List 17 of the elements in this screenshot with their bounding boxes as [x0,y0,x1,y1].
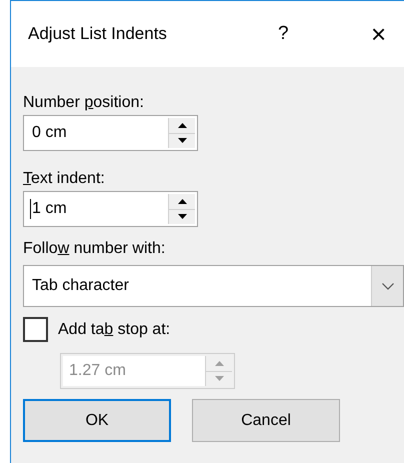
checkbox[interactable] [23,317,48,342]
chevron-down-icon [382,282,394,290]
field-label: Number position: [23,93,145,113]
spin-box[interactable]: 0 cm [23,115,198,151]
cancel-button[interactable]: Cancel [192,399,340,442]
window-title: Adjust List Indents [28,24,168,44]
field-label: Follow number with: [23,239,166,259]
dropdown[interactable]: Tab character [23,265,404,307]
down-arrow-icon[interactable] [178,214,186,220]
ok-button[interactable]: OK [23,399,171,442]
up-arrow-icon[interactable] [178,122,186,128]
up-arrow-icon[interactable] [178,198,186,204]
checkbox-label: Add tab stop at: [58,320,170,338]
field-label: Text indent: [23,169,106,189]
down-arrow-icon[interactable] [178,138,186,144]
help-button[interactable]: ? [278,23,371,45]
close-button[interactable]: × [371,18,386,50]
